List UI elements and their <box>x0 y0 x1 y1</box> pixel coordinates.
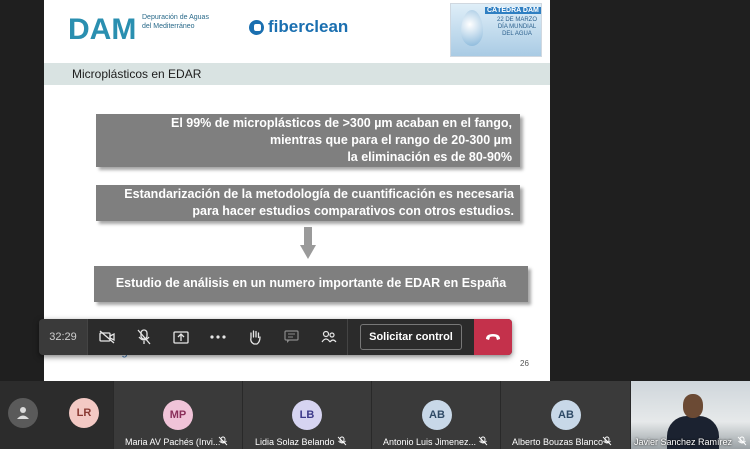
svg-text:DAM: DAM <box>68 13 136 43</box>
mic-off-icon <box>337 436 347 446</box>
statement-line: para hacer estudios comparativos con otr… <box>192 204 514 218</box>
mic-toggle-button[interactable] <box>125 319 162 355</box>
water-drop-icon <box>461 10 483 46</box>
statement-box-3: Estudio de análisis en un numero importa… <box>94 266 528 302</box>
mic-off-icon <box>218 436 228 446</box>
participant-tile[interactable]: LB Lidia Solaz Belando <box>243 381 371 449</box>
statement-line: mientras que para el rango de 20-300 µm <box>269 133 512 147</box>
meeting-timer: 32:29 <box>39 319 87 355</box>
toolbar-divider <box>347 319 348 355</box>
participant-tile[interactable]: MP Maria AV Pachés (Invi... <box>114 381 242 449</box>
participant-tile[interactable]: AB Alberto Bouzas Blanco <box>501 381 630 449</box>
fiberclean-logo-text: fiberclean <box>268 17 349 36</box>
avatar: AB <box>551 400 581 430</box>
participant-tile[interactable]: LR <box>0 381 113 449</box>
participants-icon <box>321 330 336 343</box>
participant-tile[interactable]: AB Antonio Luis Jimenez... <box>372 381 500 449</box>
video-person-head <box>683 394 703 418</box>
mic-off-icon <box>478 436 488 446</box>
participant-name: Lidia Solaz Belando <box>255 437 335 447</box>
statement-line: El 99% de microplásticos de >300 µm acab… <box>170 116 512 130</box>
camera-off-icon <box>98 330 115 344</box>
fiberclean-logo: fiberclean <box>249 17 348 37</box>
statement-line: la eliminación es de 80-90% <box>347 150 512 164</box>
fiberclean-mark-icon <box>249 19 264 35</box>
shared-screen-stage: DAM Depuración de Aguas del Mediterráneo… <box>0 0 750 381</box>
participant-name: Alberto Bouzas Blanco <box>512 437 604 447</box>
dam-logo: DAM <box>68 13 136 43</box>
participant-name: Javier Sanchez Ramírez <box>634 437 733 447</box>
raise-hand-button[interactable] <box>236 319 273 355</box>
meeting-toolbar: 32:29 Solicitar control <box>39 319 512 355</box>
avatar: MP <box>163 400 193 430</box>
avatar <box>8 398 38 428</box>
share-tray-icon <box>172 331 189 344</box>
person-icon <box>17 407 29 419</box>
raise-hand-icon <box>249 330 261 345</box>
participants-button[interactable] <box>310 319 347 355</box>
statement-box-2: Estandarización de la metodología de cua… <box>96 185 520 221</box>
mic-off-icon <box>137 329 150 345</box>
catedra-subtitle: 22 DE MARZO DÍA MUNDIAL DEL AGUA <box>496 17 537 37</box>
avatar: LB <box>292 400 322 430</box>
mic-off-icon <box>737 436 747 446</box>
participant-name: Antonio Luis Jimenez... <box>383 437 477 447</box>
chat-icon <box>284 330 299 343</box>
avatar: AB <box>422 400 452 430</box>
dam-logo-subtitle: Depuración de Aguas del Mediterráneo <box>142 14 209 30</box>
chat-button[interactable] <box>273 319 310 355</box>
mic-off-icon <box>602 436 612 446</box>
slide-title: Microplásticos en EDAR <box>72 67 202 81</box>
share-button[interactable] <box>162 319 199 355</box>
statement-box-1: El 99% de microplásticos de >300 µm acab… <box>96 114 520 167</box>
participant-video-tile[interactable]: Javier Sanchez Ramírez <box>631 381 750 449</box>
more-icon <box>209 335 226 339</box>
request-control-button[interactable]: Solicitar control <box>360 324 462 350</box>
down-arrow-icon <box>300 227 316 259</box>
slide-title-bar: Microplásticos en EDAR <box>44 63 550 85</box>
camera-toggle-button[interactable] <box>88 319 125 355</box>
more-actions-button[interactable] <box>199 319 236 355</box>
avatar: LR <box>69 398 99 428</box>
slide-page-number: 26 <box>520 359 529 368</box>
catedra-title: CÁTEDRA DAM <box>485 7 541 14</box>
catedra-logo: CÁTEDRA DAM 22 DE MARZO DÍA MUNDIAL DEL … <box>450 3 542 57</box>
hang-up-icon <box>486 334 500 340</box>
statement-line: Estandarización de la metodología de cua… <box>124 187 514 201</box>
participant-name: Maria AV Pachés (Invi... <box>125 437 221 447</box>
hang-up-button[interactable] <box>474 319 512 355</box>
